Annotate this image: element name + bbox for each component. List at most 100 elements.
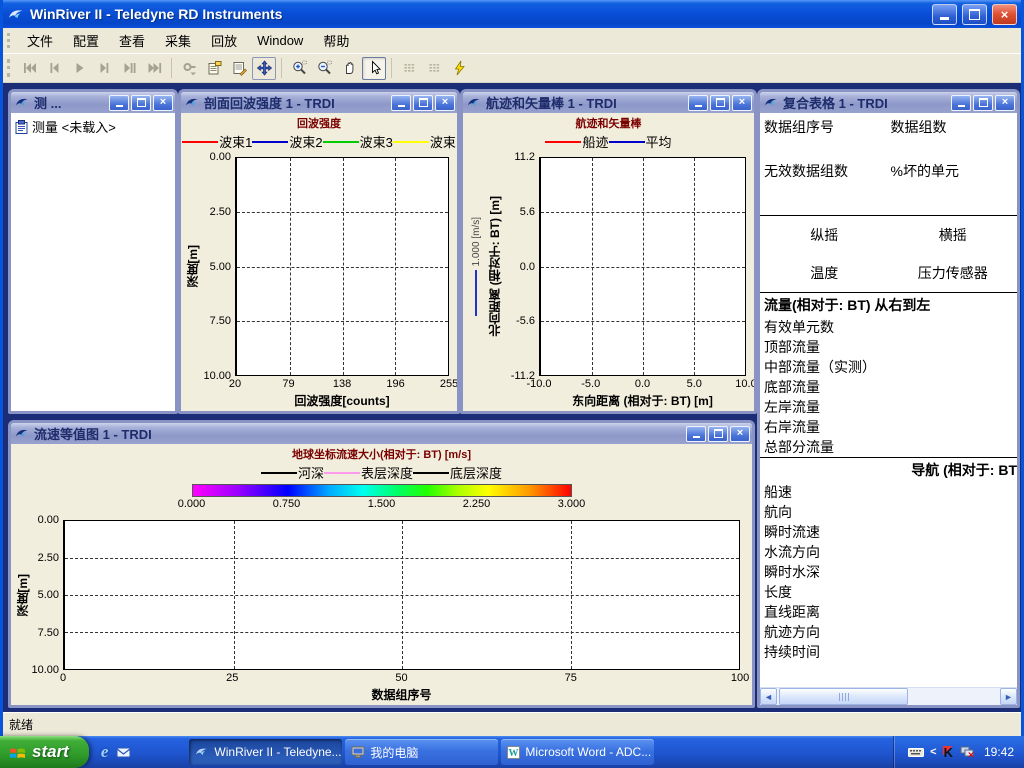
my-computer-icon <box>351 746 365 758</box>
toolbar-grip[interactable] <box>7 59 13 77</box>
plot-area[interactable] <box>539 157 746 376</box>
menu-item[interactable]: 配置 <box>63 28 109 53</box>
close-button[interactable]: × <box>992 4 1017 25</box>
step-ensemble-button[interactable] <box>117 57 141 80</box>
ship-track-titlebar[interactable]: 航迹和矢量棒 1 - TRDI × <box>463 92 754 113</box>
menu-item[interactable]: 文件 <box>17 28 63 53</box>
tabular-view-2-button[interactable] <box>422 57 446 80</box>
x-axis-ticks: -10.0-5.00.05.010.0 <box>539 376 746 391</box>
minimize-button[interactable] <box>109 95 129 111</box>
legend-line-swatch <box>252 141 288 143</box>
scroll-right-button[interactable]: ► <box>1000 688 1017 705</box>
menu-item[interactable]: 帮助 <box>313 28 359 53</box>
zoom-in-icon <box>291 60 308 76</box>
echo-chart: 回波强度 波束1波束2波束3波束 深度[m] 0.002.505.007.501… <box>181 113 457 411</box>
field-label: 数据组数 <box>891 117 1018 157</box>
legend-entry: 船迹 <box>545 132 608 151</box>
colorbar-gradient <box>192 484 572 497</box>
scroll-left-button[interactable]: ◄ <box>760 688 777 705</box>
maximize-button[interactable] <box>710 95 730 111</box>
menu-item[interactable]: Window <box>247 30 313 51</box>
play-button[interactable] <box>67 57 91 80</box>
legend-entry: 底层深度 <box>413 463 502 482</box>
field-label: 右岸流量 <box>760 417 1017 437</box>
gridline <box>237 321 448 322</box>
field-label: 顶部流量 <box>760 337 1017 357</box>
maximize-button[interactable] <box>708 426 728 442</box>
first-ensemble-button[interactable] <box>17 57 41 80</box>
minimize-button[interactable] <box>688 95 708 111</box>
measurement-titlebar[interactable]: 测 ... × <box>11 92 175 113</box>
fit-to-window-button[interactable] <box>252 57 276 80</box>
gridline <box>65 558 739 559</box>
main-titlebar[interactable]: WinRiver II - Teledyne RD Instruments × <box>3 0 1021 28</box>
select-cursor-button[interactable] <box>362 57 386 80</box>
legend-entry: 波束2 <box>252 132 322 151</box>
start-pinging-button[interactable] <box>447 57 471 80</box>
composite-titlebar[interactable]: 复合表格 1 - TRDI × <box>760 92 1017 113</box>
outlook-express-icon[interactable] <box>116 746 131 759</box>
task-button-my-computer[interactable]: 我的电脑 <box>345 739 498 765</box>
trdi-app-icon <box>8 7 25 22</box>
task-button-winriver[interactable]: WinRiver II - Teledyne... <box>189 739 342 765</box>
tray-collapse-chevron-icon[interactable]: < <box>930 746 936 758</box>
minimize-button[interactable] <box>686 426 706 442</box>
tree-item-measurement[interactable]: 测量 <未载入> <box>11 113 175 136</box>
menu-item[interactable]: 查看 <box>109 28 155 53</box>
menubar-grip[interactable] <box>7 33 13 48</box>
toolbar-separator <box>391 58 392 78</box>
zoom-out-button[interactable] <box>312 57 336 80</box>
minimize-icon <box>958 105 965 107</box>
task-button-word[interactable]: W Microsoft Word - ADC... <box>501 739 654 765</box>
window-title: WinRiver II - Teledyne RD Instruments <box>30 6 927 22</box>
fit-to-window-icon <box>256 60 273 76</box>
goto-ensemble-button[interactable] <box>177 57 201 80</box>
close-button[interactable]: × <box>153 95 173 111</box>
prev-ensemble-button[interactable] <box>42 57 66 80</box>
cursor-arrow-icon <box>366 60 383 76</box>
close-button[interactable]: × <box>995 95 1015 111</box>
maximize-button[interactable] <box>413 95 433 111</box>
tabular-view-button[interactable] <box>397 57 421 80</box>
maximize-button[interactable] <box>962 4 987 25</box>
table-row: 温度 压力传感器 <box>760 254 1017 292</box>
minimize-icon <box>940 17 949 20</box>
contour-titlebar[interactable]: 流速等值图 1 - TRDI × <box>11 423 752 444</box>
next-ensemble-button[interactable] <box>92 57 116 80</box>
configuration-report-button[interactable] <box>227 57 251 80</box>
close-button[interactable]: × <box>730 426 750 442</box>
scrollbar-track[interactable] <box>777 688 1000 705</box>
antivirus-tray-icon[interactable]: K <box>943 746 954 759</box>
minimize-button[interactable] <box>391 95 411 111</box>
gridline <box>541 212 745 213</box>
keyboard-layout-icon[interactable] <box>908 747 924 758</box>
ship-track-plot: 1.000 [m/s] 北向距离 (相对于: BT) [m] 11.25.60.… <box>465 157 746 409</box>
start-button[interactable]: start <box>0 736 89 768</box>
properties-button[interactable] <box>202 57 226 80</box>
close-button[interactable]: × <box>435 95 455 111</box>
toolbar-separator <box>281 58 282 78</box>
menu-item[interactable]: 采集 <box>155 28 201 53</box>
maximize-button[interactable] <box>973 95 993 111</box>
maximize-button[interactable] <box>131 95 151 111</box>
play-icon <box>71 60 88 76</box>
menu-item[interactable]: 回放 <box>201 28 247 53</box>
y-axis-label: 深度[m] <box>185 157 199 376</box>
pan-button[interactable] <box>337 57 361 80</box>
y-axis-ticks: 11.25.60.0-5.6-11.2 <box>501 157 539 376</box>
contour-plot: 深度[m] 0.002.505.007.5010.00 0255075100 数… <box>15 520 740 703</box>
network-offline-icon[interactable]: × <box>960 746 975 758</box>
trdi-logo-icon <box>15 96 30 109</box>
zoom-in-button[interactable] <box>287 57 311 80</box>
internet-explorer-icon[interactable]: e <box>101 742 109 762</box>
minimize-button[interactable] <box>951 95 971 111</box>
plot-area[interactable] <box>63 520 740 670</box>
last-ensemble-button[interactable] <box>142 57 166 80</box>
close-button[interactable]: × <box>732 95 752 111</box>
minimize-button[interactable] <box>932 4 957 25</box>
toolbar-separator <box>171 58 172 78</box>
clock[interactable]: 19:42 <box>984 745 1014 759</box>
echo-titlebar[interactable]: 剖面回波强度 1 - TRDI × <box>181 92 457 113</box>
plot-area[interactable] <box>235 157 449 376</box>
scrollbar-thumb[interactable] <box>779 688 908 705</box>
